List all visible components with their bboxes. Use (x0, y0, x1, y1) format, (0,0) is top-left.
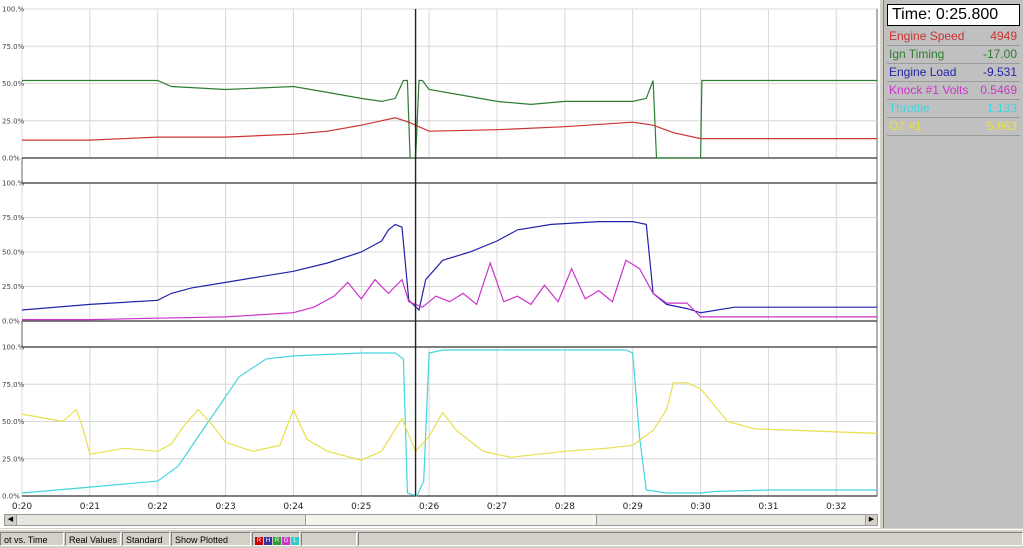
status-show-plotted[interactable]: Show Plotted (171, 532, 251, 546)
time-series-chart[interactable]: 0.0% 25.0% 50.0% 75.0% 100.% 0.0% 25.0% 50.0% 75… (0, 0, 880, 528)
channel-value: 0.5469 (980, 83, 1017, 97)
channel-name: Engine Load (889, 65, 957, 79)
y-tick-label: 0.0% (2, 318, 20, 326)
x-tick-label: 0:23 (215, 502, 235, 512)
x-tick-label: 0:20 (12, 502, 32, 512)
channel-list: Engine Speed 4949 Ign Timing -17.00 Engine L… (884, 28, 1023, 136)
status-values-mode[interactable]: Real Values (65, 532, 121, 546)
y-tick-label: 75.0% (2, 381, 25, 389)
channel-name: Knock #1 Volts (889, 83, 969, 97)
scroll-thumb[interactable] (305, 515, 597, 525)
channel-name: Engine Speed (889, 29, 965, 43)
y-tick-label: 25.0% (2, 117, 25, 125)
channel-value: 4949 (990, 29, 1017, 43)
channel-row[interactable]: Throttle 1.133 (887, 100, 1020, 118)
legend-square[interactable]: R (255, 536, 263, 545)
status-plot-mode[interactable]: ot vs. Time (0, 532, 64, 546)
y-tick-label: 25.0% (2, 283, 25, 291)
channel-row[interactable]: Engine Load -9.531 (887, 64, 1020, 82)
x-tick-label: 0:25 (351, 502, 371, 512)
channel-name: Ign Timing (889, 47, 945, 61)
x-tick-label: 0:21 (80, 502, 100, 512)
x-tick-label: 0:28 (555, 502, 575, 512)
channel-name: Throttle (889, 101, 930, 115)
y-tick-label: 50.0% (2, 80, 25, 88)
status-view-mode[interactable]: Standard (122, 532, 170, 546)
channel-value: 1.133 (986, 101, 1017, 115)
y-tick-label: 75.0% (2, 214, 25, 222)
x-tick-label: 0:24 (283, 502, 303, 512)
channel-row[interactable]: O2 #1 5.863 (887, 118, 1020, 136)
status-bar: ot vs. Time Real Values Standard Show Pl… (0, 529, 1023, 548)
y-tick-label: 100.% (2, 6, 25, 14)
channel-row[interactable]: Knock #1 Volts 0.5469 (887, 82, 1020, 100)
y-tick-label: 100.% (2, 344, 25, 352)
y-tick-label: 0.0% (2, 155, 20, 163)
channel-value: -9.531 (982, 65, 1017, 79)
x-tick-label: 0:31 (758, 502, 778, 512)
y-tick-label: 75.0% (2, 43, 25, 51)
channel-name: O2 #1 (889, 119, 922, 133)
x-tick-label: 0:32 (826, 502, 846, 512)
channel-readout-panel: Time: 0:25.800 Engine Speed 4949 Ign Timin… (883, 0, 1023, 528)
scroll-right-arrow-icon[interactable]: ▶ (865, 515, 877, 525)
y-tick-label: 100.% (2, 180, 25, 188)
x-tick-label: 0:26 (419, 502, 439, 512)
x-tick-label: 0:29 (623, 502, 643, 512)
channel-color-legend[interactable]: RHRGL (252, 532, 300, 546)
channel-value: -17.00 (982, 47, 1017, 61)
x-tick-label: 0:27 (487, 502, 507, 512)
status-message-area (358, 532, 1023, 546)
legend-square[interactable]: H (264, 536, 272, 545)
plot-area[interactable]: 0.0% 25.0% 50.0% 75.0% 100.% 0.0% 25.0% 50.0% 75… (0, 0, 880, 528)
channel-row[interactable]: Ign Timing -17.00 (887, 46, 1020, 64)
x-tick-label: 0:30 (690, 502, 710, 512)
y-tick-label: 25.0% (2, 455, 25, 463)
y-tick-label: 50.0% (2, 418, 25, 426)
x-tick-label: 0:22 (148, 502, 168, 512)
horizontal-scrollbar[interactable]: ◀ ▶ (4, 514, 878, 526)
legend-square[interactable]: L (291, 536, 299, 545)
scroll-left-arrow-icon[interactable]: ◀ (5, 515, 17, 525)
status-empty-cell (301, 532, 357, 546)
y-tick-label: 0.0% (2, 493, 20, 501)
legend-square[interactable]: G (282, 536, 290, 545)
y-tick-label: 50.0% (2, 249, 25, 257)
legend-square[interactable]: R (273, 536, 281, 545)
channel-row[interactable]: Engine Speed 4949 (887, 28, 1020, 46)
time-readout: Time: 0:25.800 (887, 4, 1020, 26)
channel-value: 5.863 (986, 119, 1017, 133)
